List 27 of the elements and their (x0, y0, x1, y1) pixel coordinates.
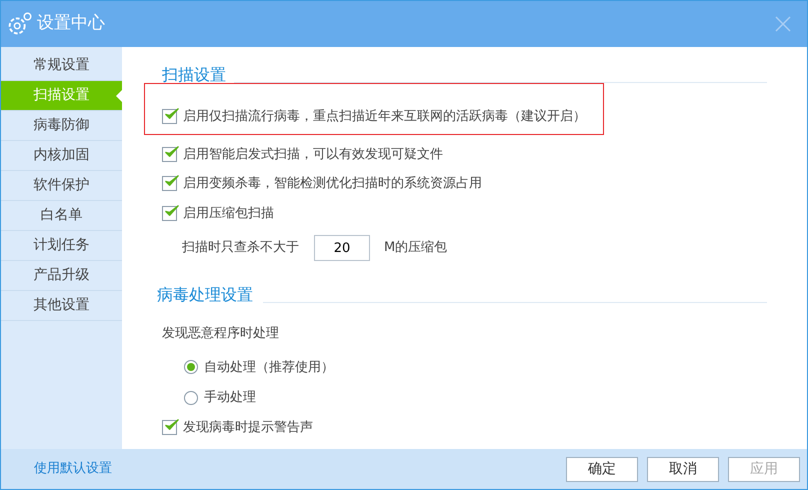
size-input[interactable]: 20 (314, 235, 370, 261)
checkmark-icon (164, 418, 179, 433)
option-label: 启用仅扫描流行病毒，重点扫描近年来互联网的活跃病毒（建议开启） (183, 108, 586, 126)
close-icon[interactable] (775, 16, 791, 32)
radio-label: 自动处理（推荐使用） (204, 358, 334, 376)
checkbox[interactable] (162, 420, 177, 435)
option-label: 启用压缩包扫描 (183, 204, 274, 222)
dialog-button[interactable]: 取消 (647, 456, 719, 482)
radio-button[interactable] (184, 390, 198, 405)
size-unit-label: M的压缩包 (384, 239, 448, 258)
checkbox[interactable] (162, 176, 177, 192)
option-label: 启用变频杀毒，智能检测优化扫描时的系统资源占用 (183, 175, 482, 193)
checkmark-icon (164, 204, 179, 219)
checkbox[interactable] (162, 109, 177, 124)
radio-label: 手动处理 (204, 389, 256, 407)
radio-button[interactable] (184, 360, 198, 374)
dialog-button[interactable]: 确定 (566, 456, 638, 482)
option-label: 启用智能启发式扫描，可以有效发现可疑文件 (183, 146, 443, 164)
window-title: 设置中心 (37, 12, 105, 36)
checkmark-icon (164, 144, 179, 160)
section-title: 扫描设置 (162, 64, 226, 86)
checkbox[interactable] (162, 146, 177, 162)
checkbox[interactable] (162, 206, 177, 221)
option-label: 发现病毒时提示警告声 (183, 418, 313, 436)
size-limit-label: 扫描时只查杀不大于 (182, 239, 299, 258)
section-title: 病毒处理设置 (157, 284, 253, 306)
prompt-label: 发现恶意程序时处理 (162, 325, 280, 343)
